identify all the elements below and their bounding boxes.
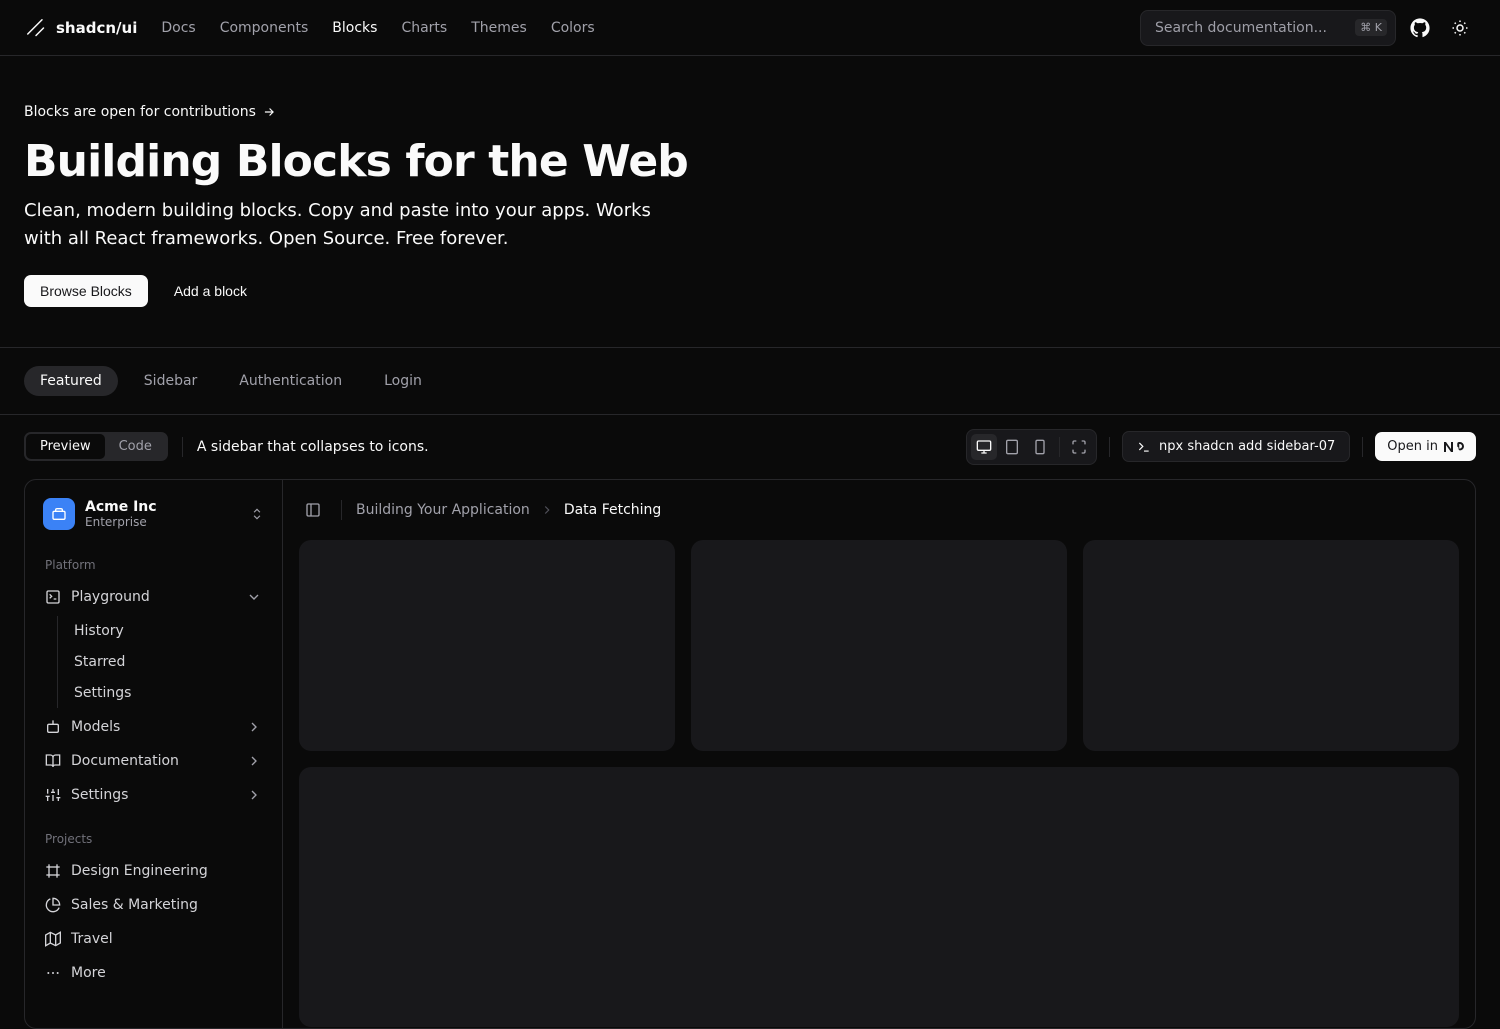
mobile-icon[interactable] <box>1027 434 1053 460</box>
logo[interactable]: shadcn/ui <box>24 16 137 40</box>
hero-subtitle: Clean, modern building blocks. Copy and … <box>24 197 684 253</box>
bot-icon <box>45 719 61 735</box>
map-icon <box>45 931 61 947</box>
hero-title: Building Blocks for the Web <box>24 136 1476 187</box>
panel-toggle-icon[interactable] <box>299 496 327 524</box>
tab-login[interactable]: Login <box>368 366 438 396</box>
preview-code-toggle: Preview Code <box>24 432 168 461</box>
separator <box>1059 437 1060 457</box>
search-input[interactable]: Search documentation... ⌘ K <box>1140 10 1396 46</box>
hero: Blocks are open for contributions Buildi… <box>0 56 1500 347</box>
team-name: Acme Inc <box>85 499 240 515</box>
banner-text: Blocks are open for contributions <box>24 104 256 120</box>
sidebar-item-sales-marketing[interactable]: Sales & Marketing <box>37 890 270 920</box>
install-command[interactable]: npx shadcn add sidebar-07 <box>1122 431 1350 462</box>
team-logo-icon <box>43 498 75 530</box>
platform-header: Platform <box>37 540 270 578</box>
tab-authentication[interactable]: Authentication <box>223 366 358 396</box>
open-text: Open in <box>1387 439 1438 454</box>
sidebar-item-design-engineering[interactable]: Design Engineering <box>37 856 270 886</box>
tablet-icon[interactable] <box>999 434 1025 460</box>
team-switcher[interactable]: Acme Inc Enterprise <box>37 492 270 536</box>
sidebar-item-travel[interactable]: Travel <box>37 924 270 954</box>
nav-blocks[interactable]: Blocks <box>332 20 377 36</box>
v0-icon <box>1444 440 1464 454</box>
open-in-v0-button[interactable]: Open in <box>1375 432 1476 461</box>
sidebar-item-playground[interactable]: Playground <box>37 582 270 612</box>
chevron-right-icon <box>540 503 554 517</box>
book-open-icon <box>45 753 61 769</box>
app-main: Building Your Application Data Fetching <box>283 480 1475 1028</box>
more-horizontal-icon <box>45 965 61 981</box>
nav-components[interactable]: Components <box>220 20 309 36</box>
nav-docs[interactable]: Docs <box>161 20 195 36</box>
settings-icon <box>45 787 61 803</box>
code-seg[interactable]: Code <box>105 434 166 459</box>
arrow-right-icon <box>262 105 276 119</box>
github-icon[interactable] <box>1404 12 1436 44</box>
nav-charts[interactable]: Charts <box>401 20 447 36</box>
nav-themes[interactable]: Themes <box>471 20 527 36</box>
placeholder-card <box>1083 540 1459 752</box>
sidebar-item-models[interactable]: Models <box>37 712 270 742</box>
sidebar-item-starred[interactable]: Starred <box>70 647 270 677</box>
placeholder-card <box>299 540 675 752</box>
square-terminal-icon <box>45 589 61 605</box>
browse-blocks-button[interactable]: Browse Blocks <box>24 275 148 307</box>
tab-sidebar[interactable]: Sidebar <box>128 366 214 396</box>
sidebar-item-settings[interactable]: Settings <box>37 780 270 810</box>
category-tabs: Featured Sidebar Authentication Login <box>0 347 1500 415</box>
separator <box>341 500 342 520</box>
nav-colors[interactable]: Colors <box>551 20 595 36</box>
terminal-icon <box>1137 440 1151 454</box>
preview-seg[interactable]: Preview <box>26 434 105 459</box>
sidebar-item-documentation[interactable]: Documentation <box>37 746 270 776</box>
team-plan: Enterprise <box>85 515 240 529</box>
desktop-icon[interactable] <box>971 434 997 460</box>
search-kbd: ⌘ K <box>1355 19 1387 36</box>
block-description: A sidebar that collapses to icons. <box>197 439 429 455</box>
breadcrumb-parent[interactable]: Building Your Application <box>356 502 530 518</box>
pie-chart-icon <box>45 897 61 913</box>
chevron-right-icon <box>246 719 262 735</box>
app-sidebar: Acme Inc Enterprise Platform Playground … <box>25 480 283 1028</box>
chevron-down-icon <box>246 589 262 605</box>
block-toolbar: Preview Code A sidebar that collapses to… <box>0 415 1500 479</box>
search-placeholder: Search documentation... <box>1155 20 1327 36</box>
preview-frame: Acme Inc Enterprise Platform Playground … <box>24 479 1476 1029</box>
sidebar-item-settings-sub[interactable]: Settings <box>70 678 270 708</box>
breadcrumb-current: Data Fetching <box>564 502 662 518</box>
chevrons-up-down-icon <box>250 507 264 521</box>
separator <box>1109 437 1110 457</box>
playground-submenu: History Starred Settings <box>57 616 270 708</box>
frame-icon <box>45 863 61 879</box>
breadcrumb: Building Your Application Data Fetching <box>356 502 661 518</box>
chevron-right-icon <box>246 753 262 769</box>
install-text: npx shadcn add sidebar-07 <box>1159 439 1335 454</box>
separator <box>182 437 183 457</box>
brand-text: shadcn/ui <box>56 19 137 37</box>
sidebar-item-history[interactable]: History <box>70 616 270 646</box>
hero-banner[interactable]: Blocks are open for contributions <box>24 104 276 120</box>
viewport-switcher <box>966 429 1097 465</box>
logo-icon <box>24 16 48 40</box>
placeholder-card-large <box>299 767 1459 1027</box>
fullscreen-icon[interactable] <box>1066 434 1092 460</box>
chevron-right-icon <box>246 787 262 803</box>
sidebar-item-more[interactable]: More <box>37 958 270 988</box>
projects-header: Projects <box>37 814 270 852</box>
theme-toggle-icon[interactable] <box>1444 12 1476 44</box>
tab-featured[interactable]: Featured <box>24 366 118 396</box>
add-block-button[interactable]: Add a block <box>158 275 263 307</box>
separator <box>1362 437 1363 457</box>
nav-links: Docs Components Blocks Charts Themes Col… <box>161 20 594 36</box>
placeholder-card <box>691 540 1067 752</box>
top-nav: shadcn/ui Docs Components Blocks Charts … <box>0 0 1500 56</box>
